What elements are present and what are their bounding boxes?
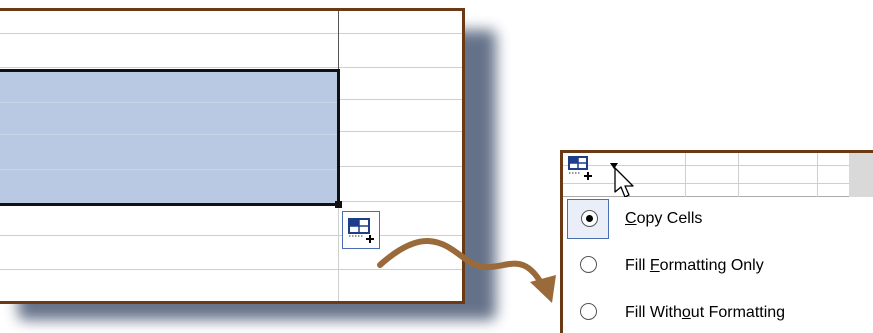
gray-column: [849, 153, 873, 197]
auto-fill-options-menu: Copy Cells Fill Formatting Only Fill Wit…: [563, 197, 873, 333]
menu-item-label: Copy Cells: [625, 210, 703, 227]
mouse-pointer-icon: [614, 167, 634, 198]
menu-item-label: Fill Without Formatting: [625, 304, 786, 321]
fill-handle[interactable]: [335, 201, 342, 208]
row-line: [0, 33, 462, 34]
row-line: [0, 169, 337, 170]
column-line: [738, 153, 739, 197]
auto-fill-options-popup: Copy Cells Fill Formatting Only Fill Wit…: [560, 150, 873, 333]
radio-highlight: [567, 199, 609, 239]
radio-container: [567, 293, 609, 333]
radio-container: [567, 246, 609, 286]
column-separator: [338, 11, 339, 69]
row-line: [563, 183, 873, 184]
row-line: [0, 67, 462, 68]
row-line: [0, 134, 337, 135]
radio-button[interactable]: [580, 303, 597, 320]
column-line: [685, 153, 686, 197]
paste-options-smart-tag-icon: [348, 218, 374, 243]
radio-button[interactable]: [580, 256, 597, 273]
menu-item-fill-without-formatting[interactable]: Fill Without Formatting: [563, 291, 873, 333]
spreadsheet-grid: [0, 8, 465, 304]
paste-options-smart-tag-icon[interactable]: [567, 155, 597, 185]
column-line: [817, 153, 818, 197]
row-line: [0, 102, 337, 103]
menu-item-copy-cells[interactable]: Copy Cells: [563, 197, 873, 241]
selected-range[interactable]: [0, 69, 340, 206]
menu-item-fill-formatting-only[interactable]: Fill Formatting Only: [563, 244, 873, 288]
menu-item-label: Fill Formatting Only: [625, 257, 764, 274]
popup-grid-strip: [563, 153, 873, 198]
radio-selected-dot: [586, 215, 593, 222]
row-line: [0, 269, 462, 270]
radio-button[interactable]: [581, 210, 598, 227]
row-line: [0, 235, 462, 236]
auto-fill-options-button[interactable]: [342, 211, 380, 249]
